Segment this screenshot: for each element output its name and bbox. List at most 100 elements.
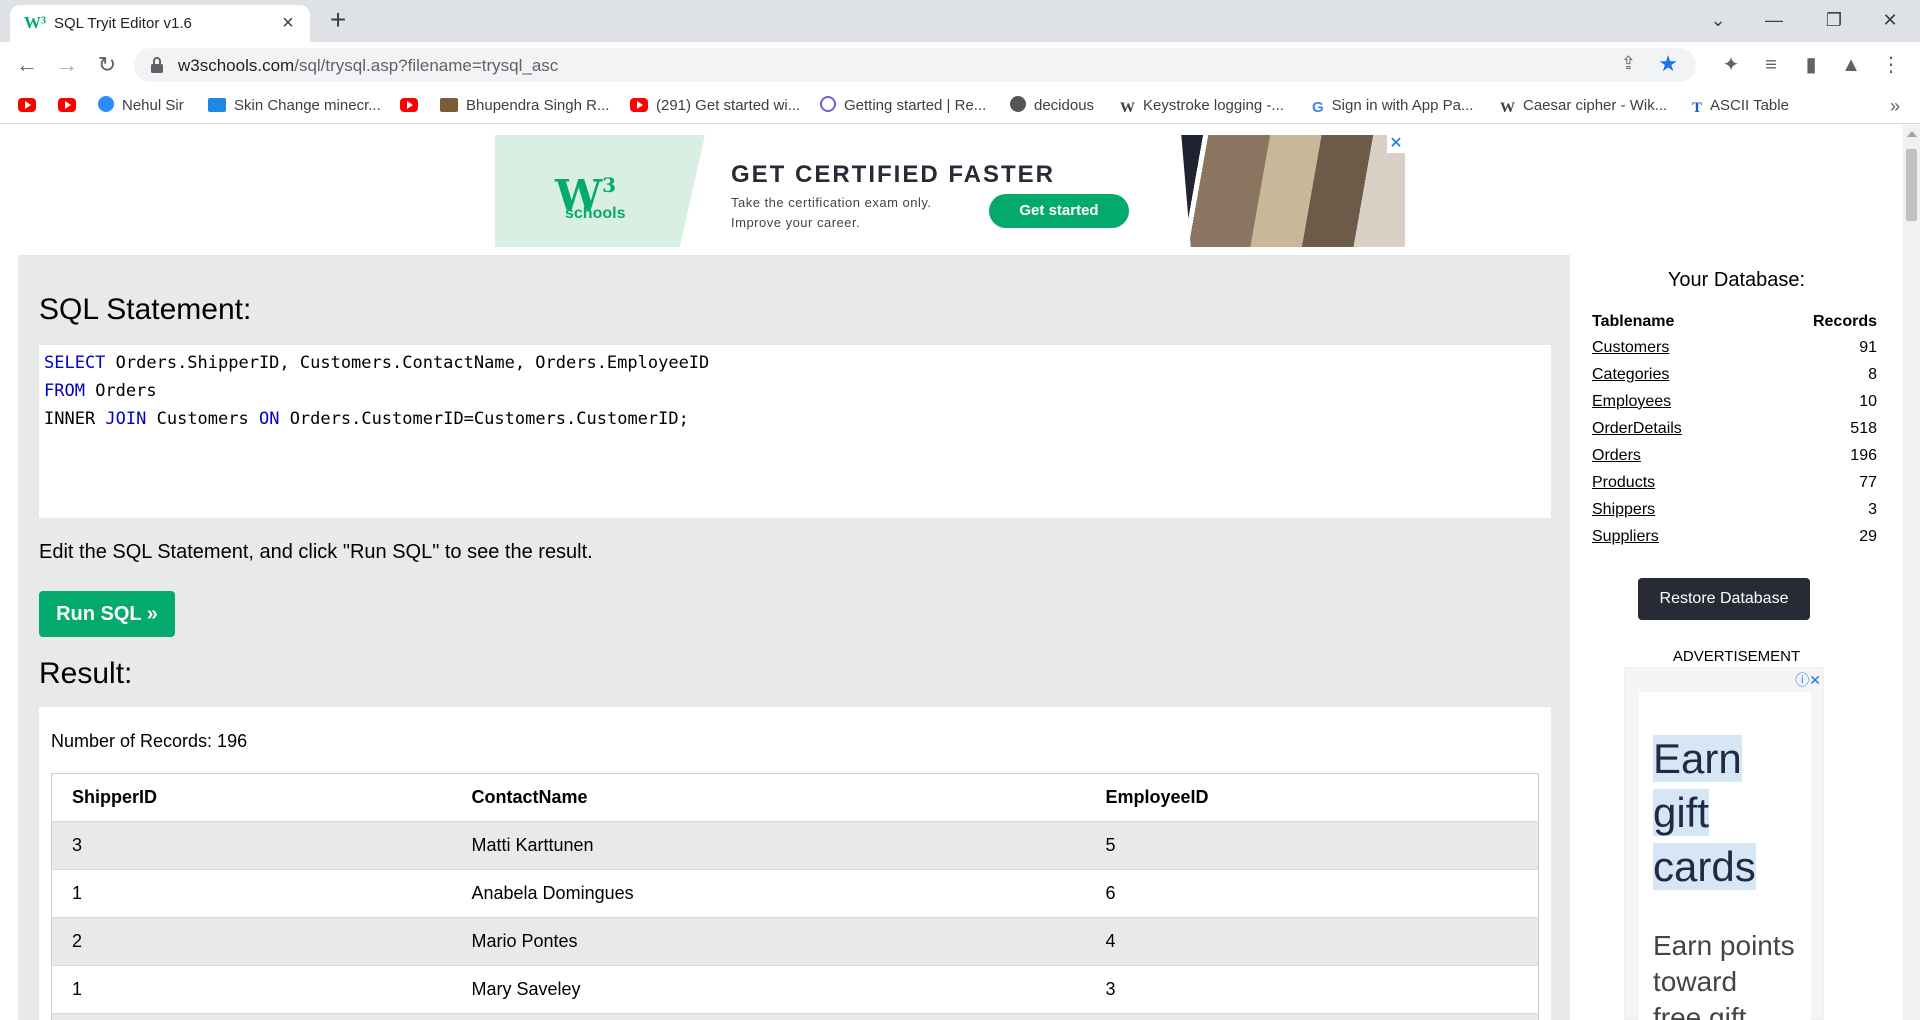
bookmark-nehul-sir[interactable]: Nehul Sir (98, 96, 184, 116)
ad-close-icon[interactable]: ✕ (1387, 135, 1405, 153)
certification-ad-banner[interactable]: W3 schools GET CERTIFIED FASTER Take the… (495, 135, 1405, 247)
code-line: INNER JOIN Customers ON Orders.CustomerI… (44, 405, 1546, 433)
forward-arrow-icon[interactable]: → (52, 50, 82, 80)
table-row: 1 Mary Saveley 3 (51, 965, 1539, 1014)
youtube-icon (18, 98, 36, 112)
ad-subtext: Take the certification exam only. Improv… (731, 193, 932, 233)
table-link-orders[interactable]: Orders (1592, 447, 1641, 464)
youtube-icon (58, 98, 76, 112)
sidebar-ad[interactable]: ⓘ✕ Earn gift cards Earn points toward fr… (1624, 667, 1824, 1020)
restore-window-icon[interactable]: ❐ (1814, 6, 1854, 34)
side-panel-icon[interactable]: ▮ (1798, 52, 1824, 78)
bookmark-skin-change[interactable]: Skin Change minecr... (208, 96, 381, 116)
table-link-products[interactable]: Products (1592, 474, 1655, 491)
table-link-suppliers[interactable]: Suppliers (1592, 528, 1659, 545)
bookmark-label: Nehul Sir (122, 97, 184, 114)
extensions-puzzle-icon[interactable]: ✦ (1718, 52, 1744, 78)
close-window-icon[interactable]: ✕ (1870, 6, 1910, 34)
keyword: ON (258, 409, 280, 429)
table-link-customers[interactable]: Customers (1592, 339, 1669, 356)
get-started-button[interactable]: Get started (989, 194, 1129, 228)
code-text: Customers (146, 409, 259, 429)
table-link-employees[interactable]: Employees (1592, 393, 1671, 410)
table-link-categories[interactable]: Categories (1592, 366, 1669, 383)
bookmark-caesar[interactable]: W Caesar cipher - Wik... (1500, 96, 1667, 116)
bookmark-label: Sign in with App Pa... (1331, 97, 1474, 114)
table-row: 3 Matti Karttunen 5 (51, 821, 1539, 870)
bookmark-youtube-1[interactable] (18, 96, 44, 116)
back-arrow-icon[interactable]: ← (12, 50, 42, 80)
address-bar[interactable]: w3schools.com/sql/trysql.asp?filename=tr… (134, 48, 1696, 82)
tab-search-chevron-icon[interactable]: ⌄ (1698, 6, 1738, 34)
sql-code-editor[interactable]: SELECT Orders.ShipperID, Customers.Conta… (39, 345, 1551, 518)
bookmark-youtube-2[interactable] (58, 96, 84, 116)
new-tab-icon[interactable]: + (324, 6, 352, 34)
sql-statement-heading: SQL Statement: (39, 293, 252, 326)
code-text: Orders.CustomerID=Customers.CustomerID; (279, 409, 689, 429)
ad-big-text: Earn gift cards (1653, 732, 1756, 894)
record-count-cell: 91 (1859, 338, 1877, 356)
table-link-shippers[interactable]: Shippers (1592, 501, 1655, 518)
bookmark-bhupendra[interactable]: Bhupendra Singh R... (440, 96, 609, 116)
keyword: FROM (44, 381, 85, 401)
reload-icon[interactable]: ↻ (92, 50, 122, 80)
menu-kebab-icon[interactable]: ⋮ (1878, 52, 1904, 78)
url-path: /sql/trysql.asp?filename=trysql_asc (294, 56, 559, 75)
table-row: 1 Anabela Domingues 6 (51, 869, 1539, 918)
table-cell: Matti Karttunen (451, 821, 1086, 870)
bookmark-star-icon[interactable]: ★ (1658, 51, 1678, 77)
close-icon[interactable]: × (278, 13, 298, 33)
scrollbar-thumb[interactable] (1906, 149, 1917, 221)
db-row: Customers 91 (1592, 334, 1877, 361)
column-header: ShipperID (51, 773, 452, 822)
page-scrollbar[interactable] (1903, 125, 1920, 1020)
code-line: SELECT Orders.ShipperID, Customers.Conta… (44, 349, 1546, 377)
ad-photo (1181, 135, 1405, 247)
table-link-orderdetails[interactable]: OrderDetails (1592, 420, 1682, 437)
record-count-cell: 518 (1850, 419, 1877, 437)
table-header-row: ShipperID ContactName EmployeeID (51, 773, 1539, 822)
ad-big-line: gift (1653, 789, 1710, 836)
restore-database-button[interactable]: Restore Database (1638, 578, 1810, 620)
bookmark-get-started[interactable]: (291) Get started wi... (630, 96, 800, 116)
zoom-icon (98, 96, 114, 112)
ad-card: Earn gift cards Earn points toward free … (1639, 692, 1811, 1020)
code-text: Orders (84, 381, 157, 401)
ad-small-text: Earn points toward free gift (1653, 928, 1795, 1020)
records-header: Records (1812, 313, 1877, 330)
bookmark-decidous[interactable]: decidous (1010, 96, 1094, 116)
bookmark-keystroke[interactable]: W Keystroke logging -... (1120, 96, 1284, 116)
ad-small-line: Earn points (1653, 930, 1795, 961)
globe-icon (1010, 96, 1026, 112)
run-sql-button[interactable]: Run SQL » (39, 591, 175, 637)
ad-info-close-icon[interactable]: ⓘ✕ (1795, 670, 1821, 690)
youtube-icon (400, 98, 418, 112)
scroll-up-arrow-icon[interactable] (1907, 131, 1917, 137)
profile-thumb-icon (440, 98, 458, 112)
media-queue-icon[interactable]: ≡ (1758, 52, 1784, 78)
browser-toolbar: ← → ↻ w3schools.com/sql/trysql.asp?filen… (0, 42, 1920, 88)
bookmark-label: Keystroke logging -... (1143, 97, 1284, 114)
db-row: OrderDetails 518 (1592, 415, 1877, 442)
bookmark-app-password[interactable]: G Sign in with App Pa... (1312, 96, 1473, 116)
share-icon[interactable]: ⇪ (1621, 53, 1636, 74)
advertisement-label: ADVERTISEMENT (1672, 648, 1801, 665)
bookmark-getting-started[interactable]: Getting started | Re... (820, 96, 986, 116)
minimize-icon[interactable]: — (1754, 6, 1794, 34)
result-table: ShipperID ContactName EmployeeID 3 Matti… (51, 773, 1539, 1020)
table-cell: 6 (1085, 869, 1539, 918)
chevron-more-icon[interactable]: » (1890, 96, 1900, 117)
ad-subtext-line: Take the certification exam only. (731, 195, 932, 210)
table-row (51, 1013, 1539, 1020)
tab-sql-tryit[interactable]: W³ SQL Tryit Editor v1.6 × (10, 5, 310, 42)
your-database-title: Your Database: (1667, 269, 1806, 291)
keyword: JOIN (105, 409, 147, 429)
table-cell: 4 (1085, 917, 1539, 966)
ad-headline: GET CERTIFIED FASTER (731, 161, 1056, 188)
bookmark-ascii-table[interactable]: T ASCII Table (1692, 96, 1789, 116)
drive-extension-icon[interactable]: ▲ (1838, 52, 1864, 78)
record-count-cell: 196 (1850, 446, 1877, 464)
bookmark-youtube-3[interactable] (400, 96, 426, 116)
code-text: Orders.ShipperID, Customers.ContactName,… (105, 353, 710, 373)
url-text: w3schools.com/sql/trysql.asp?filename=tr… (178, 56, 558, 76)
